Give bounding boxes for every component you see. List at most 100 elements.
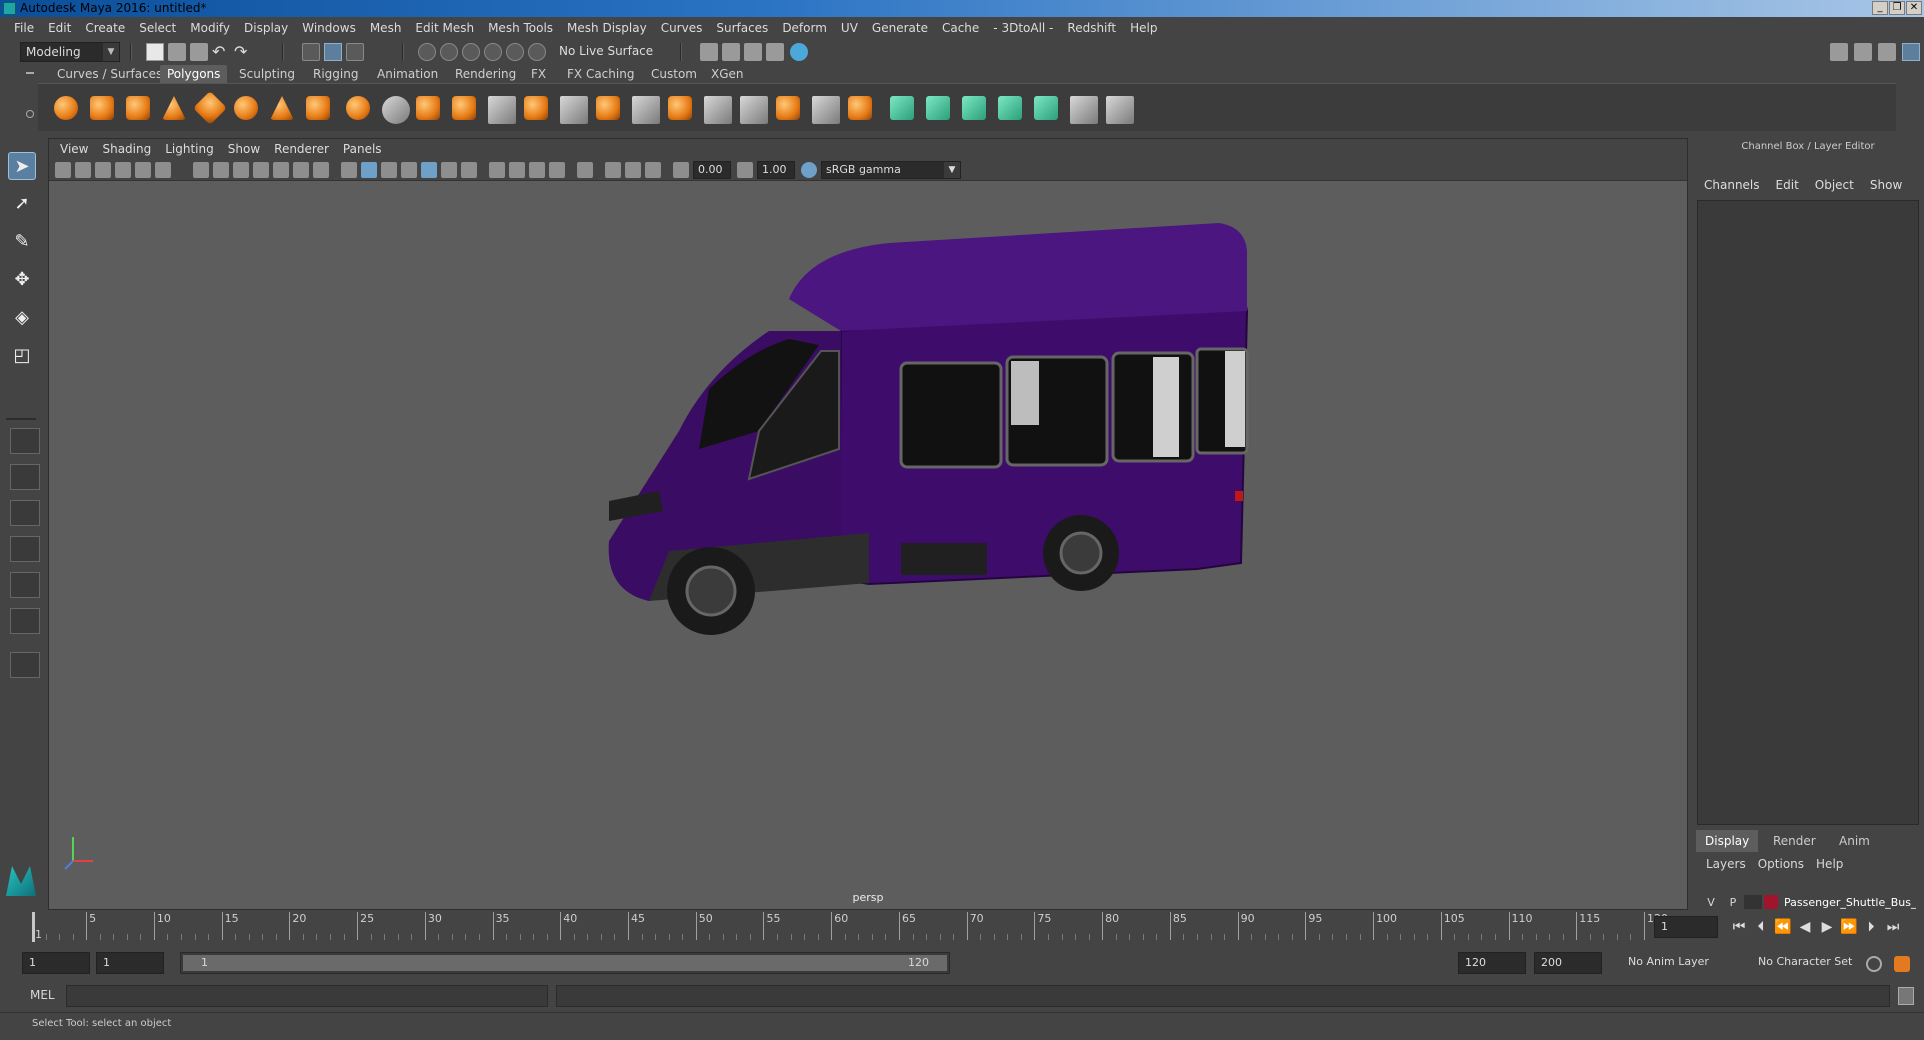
screen-space-ao-icon[interactable]: [489, 162, 505, 178]
playback-end-field[interactable]: 120: [1458, 952, 1526, 974]
live-surface-field[interactable]: No Live Surface: [554, 42, 654, 62]
menu-cache[interactable]: Cache: [935, 17, 986, 39]
uv-cylindrical-icon[interactable]: [926, 96, 950, 120]
flip-icon[interactable]: [848, 96, 872, 120]
menu-3dtoall[interactable]: - 3DtoAll -: [986, 17, 1060, 39]
vp-menu-renderer[interactable]: Renderer: [267, 139, 336, 159]
menu-uv[interactable]: UV: [834, 17, 865, 39]
gate-mask-icon[interactable]: [253, 162, 269, 178]
bounding-box-icon[interactable]: [740, 96, 768, 124]
shadows-icon[interactable]: [461, 162, 477, 178]
depth-of-field-icon[interactable]: [549, 162, 565, 178]
playback-start-field[interactable]: 1: [96, 952, 164, 974]
menu-modify[interactable]: Modify: [183, 17, 237, 39]
bookmark-icon[interactable]: [95, 162, 111, 178]
snap-view-icon[interactable]: [484, 43, 502, 61]
camera-attributes-icon[interactable]: [75, 162, 91, 178]
render-settings-icon[interactable]: [744, 43, 762, 61]
menu-mesh-tools[interactable]: Mesh Tools: [481, 17, 560, 39]
render-view-icon[interactable]: [790, 43, 808, 61]
select-object-icon[interactable]: [324, 43, 342, 61]
tab-render[interactable]: Render: [1764, 830, 1825, 852]
ipr-render-icon[interactable]: [722, 43, 740, 61]
transform-icon[interactable]: [812, 96, 840, 124]
snap-grid-icon[interactable]: [418, 43, 436, 61]
anim-layer-dropdown[interactable]: No Anim Layer: [1622, 952, 1742, 974]
layer-color-swatch[interactable]: [1764, 895, 1778, 909]
layer-name[interactable]: Passenger_Shuttle_Bus_: [1784, 896, 1916, 909]
animation-start-field[interactable]: 1: [22, 952, 90, 974]
grease-pencil-icon[interactable]: [155, 162, 171, 178]
paint-select-tool[interactable]: ✎: [8, 228, 36, 256]
append-icon[interactable]: [596, 96, 620, 120]
menu-edit[interactable]: Edit: [41, 17, 78, 39]
field-chart-icon[interactable]: [273, 162, 289, 178]
layer-display-type[interactable]: [1744, 895, 1762, 909]
edge-loop-icon[interactable]: [704, 96, 732, 124]
poly-plane-icon[interactable]: [193, 91, 227, 125]
move-tool[interactable]: ✥: [8, 266, 36, 294]
tab-sculpting[interactable]: Sculpting: [232, 65, 302, 83]
uv-planar-icon[interactable]: [890, 96, 914, 120]
snap-live-icon[interactable]: [528, 43, 546, 61]
select-component-icon[interactable]: [346, 43, 364, 61]
resolution-gate-icon[interactable]: [233, 162, 249, 178]
uv-layout-icon[interactable]: [1106, 96, 1134, 124]
isolate-select-icon[interactable]: [577, 162, 593, 178]
menu-deform[interactable]: Deform: [775, 17, 834, 39]
step-forward-frame-icon[interactable]: ⏵: [1862, 918, 1880, 936]
menu-redshift[interactable]: Redshift: [1060, 17, 1123, 39]
rotate-tool[interactable]: ◈: [8, 304, 36, 332]
uv-unfold-icon[interactable]: [1034, 96, 1058, 120]
script-language-label[interactable]: MEL: [30, 988, 55, 1002]
tool-settings-icon[interactable]: [1878, 43, 1896, 61]
lasso-tool[interactable]: ➚: [8, 190, 36, 218]
safe-action-icon[interactable]: [293, 162, 309, 178]
camera-select-icon[interactable]: [55, 162, 71, 178]
vp-menu-view[interactable]: View: [53, 139, 95, 159]
bridge-icon[interactable]: [524, 96, 548, 120]
step-forward-key-icon[interactable]: ⏩: [1840, 918, 1858, 936]
gamma-field[interactable]: 1.00: [757, 161, 795, 179]
view-transform-dropdown[interactable]: sRGB gamma ▼: [821, 161, 961, 179]
layer-menu-layers[interactable]: Layers: [1700, 854, 1752, 874]
image-plane-icon[interactable]: [115, 162, 131, 178]
layer-menu-options[interactable]: Options: [1752, 854, 1810, 874]
go-to-start-icon[interactable]: ⏮: [1730, 918, 1748, 936]
grid-mesh-icon[interactable]: [452, 96, 476, 120]
menu-create[interactable]: Create: [78, 17, 132, 39]
gamma-icon[interactable]: [737, 162, 753, 178]
channel-box-icon[interactable]: [1902, 43, 1920, 61]
redo-icon[interactable]: ↷: [234, 43, 252, 61]
maximize-button[interactable]: ❐: [1889, 1, 1905, 15]
separate-icon[interactable]: [382, 96, 410, 124]
menu-file[interactable]: File: [7, 17, 41, 39]
mirror-icon[interactable]: [776, 96, 800, 120]
four-view-layout-button[interactable]: [10, 464, 40, 490]
menu-mesh-display[interactable]: Mesh Display: [560, 17, 654, 39]
menu-select[interactable]: Select: [132, 17, 183, 39]
passenger-shuttle-bus[interactable]: [608, 223, 1249, 635]
poly-torus-icon[interactable]: [234, 96, 258, 120]
menu-display[interactable]: Display: [237, 17, 295, 39]
time-slider[interactable]: 1 5 10 15 20 25 30 35 40 45 50 55 60 65 70 75 80 85 90 95 10…: [24, 912, 1668, 942]
tab-polygons[interactable]: Polygons: [160, 65, 228, 83]
step-back-frame-icon[interactable]: ⏴: [1752, 918, 1770, 936]
menu-curves[interactable]: Curves: [654, 17, 710, 39]
open-scene-icon[interactable]: [168, 43, 186, 61]
snap-curve-icon[interactable]: [440, 43, 458, 61]
play-backwards-icon[interactable]: ◀: [1796, 918, 1814, 936]
tab-fx-caching[interactable]: FX Caching: [560, 65, 641, 83]
tab-rendering[interactable]: Rendering: [448, 65, 523, 83]
modeling-toolkit-icon[interactable]: [1830, 43, 1848, 61]
extrude-icon[interactable]: [488, 96, 516, 124]
motion-blur-icon[interactable]: [509, 162, 525, 178]
poly-pipe-icon[interactable]: [306, 96, 330, 120]
layer-menu-help[interactable]: Help: [1810, 854, 1849, 874]
vp-menu-shading[interactable]: Shading: [95, 139, 158, 159]
tab-custom[interactable]: Custom: [644, 65, 704, 83]
x-ray-icon[interactable]: [605, 162, 621, 178]
cb-menu-channels[interactable]: Channels: [1696, 174, 1768, 196]
film-gate-icon[interactable]: [213, 162, 229, 178]
layer-playback-toggle[interactable]: P: [1722, 896, 1744, 909]
